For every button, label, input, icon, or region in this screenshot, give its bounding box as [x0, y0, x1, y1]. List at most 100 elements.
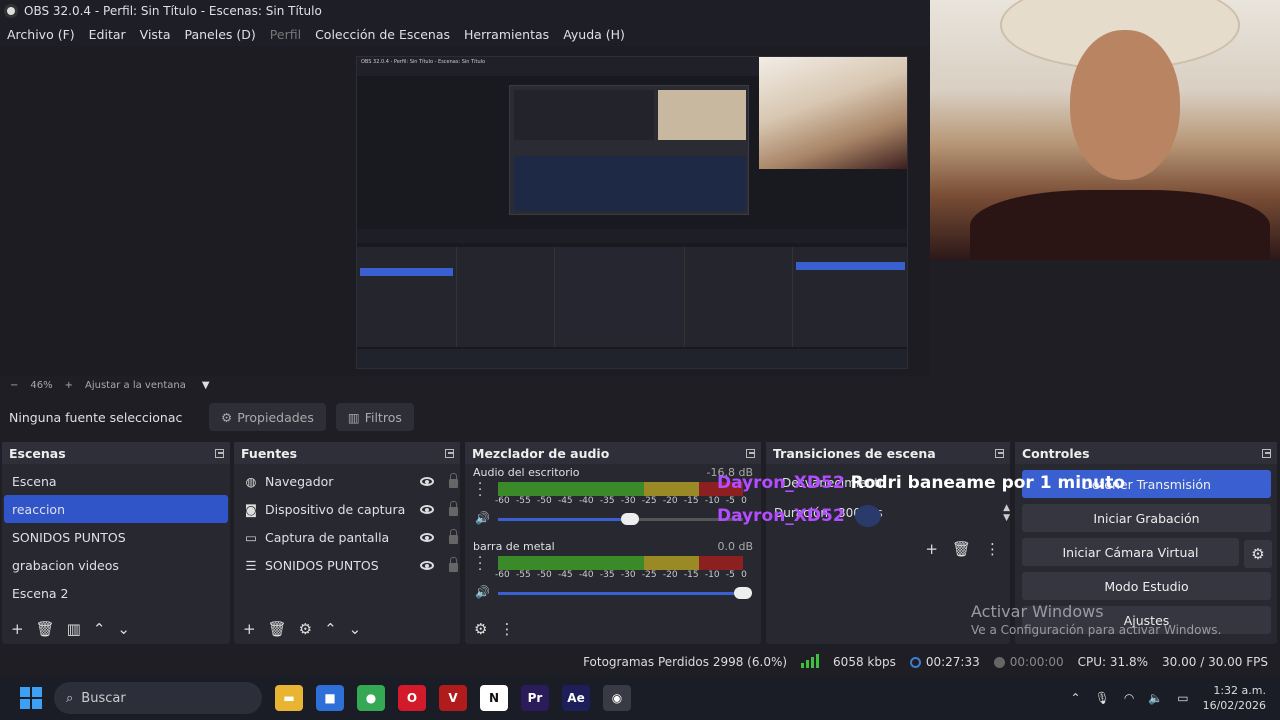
advanced-audio-icon[interactable]: ⚙: [474, 620, 487, 638]
file-explorer-icon[interactable]: ▬: [275, 685, 303, 711]
remove-transition-icon[interactable]: 🗑: [952, 540, 971, 558]
search-placeholder: Buscar: [81, 690, 126, 706]
scene-item[interactable]: Escena 2: [2, 579, 230, 607]
fit-dropdown-icon[interactable]: ▼: [202, 380, 210, 391]
undock-icon[interactable]: [995, 448, 1004, 458]
volume-fader-knob[interactable]: [734, 587, 752, 599]
speaker-icon[interactable]: 🔊: [475, 511, 490, 525]
menu-colecci-n-de-escenas[interactable]: Colección de Escenas: [315, 27, 450, 42]
add-scene-icon[interactable]: +: [11, 620, 24, 638]
after-effects-icon[interactable]: Ae: [562, 685, 590, 711]
duration-spin-icon[interactable]: ▲ ▼: [1003, 503, 1010, 523]
scale-tick: -60: [495, 570, 510, 580]
volume-icon[interactable]: 🔈: [1148, 691, 1163, 705]
battery-icon[interactable]: ▭: [1177, 691, 1188, 705]
menu-paneles-d[interactable]: Paneles (D): [185, 27, 256, 42]
lock-icon[interactable]: [449, 556, 458, 572]
scene-item[interactable]: Escena: [2, 467, 230, 495]
scale-tick: -50: [536, 496, 552, 506]
add-source-icon[interactable]: +: [243, 620, 256, 638]
filters-button[interactable]: ▥ Filtros: [335, 403, 414, 431]
stream-timer: 00:27:33: [909, 655, 980, 669]
chat-message-2: Dayron_XD52: [717, 505, 881, 527]
opera-icon[interactable]: O: [398, 685, 426, 711]
transition-menu-icon[interactable]: ⋮: [985, 540, 1000, 558]
undock-icon[interactable]: [215, 448, 224, 458]
microphone-icon[interactable]: 🎙: [1095, 691, 1110, 705]
scale-tick: -55: [515, 570, 531, 580]
studio-mode-button[interactable]: Modo Estudio: [1022, 572, 1271, 600]
menu-archivo-f[interactable]: Archivo (F): [7, 27, 75, 42]
record-timer: 00:00:00: [993, 655, 1064, 669]
taskbar-search[interactable]: ⌕ Buscar: [54, 682, 262, 714]
wifi-icon[interactable]: ◠: [1124, 691, 1134, 705]
chrome-icon[interactable]: ●: [357, 685, 385, 711]
remove-scene-icon[interactable]: 🗑: [36, 620, 55, 638]
tray-chevron-icon[interactable]: ⌃: [1071, 691, 1081, 705]
virtual-camera-label: Iniciar Cámara Virtual: [1062, 544, 1199, 560]
obs-icon[interactable]: ◉: [603, 685, 631, 711]
properties-button[interactable]: ⚙ Propiedades: [209, 403, 326, 431]
visibility-eye-icon[interactable]: [420, 476, 434, 486]
add-transition-icon[interactable]: +: [925, 540, 938, 558]
transitions-header: Transiciones de escena: [766, 442, 1010, 464]
channel-menu-icon[interactable]: · · ·: [478, 552, 482, 577]
voicemeeter-icon[interactable]: V: [439, 685, 467, 711]
remove-source-icon[interactable]: 🗑: [268, 620, 287, 638]
menu-herramientas[interactable]: Herramientas: [464, 27, 549, 42]
undock-icon[interactable]: [1262, 448, 1271, 458]
microsoft-store-icon[interactable]: ■: [316, 685, 344, 711]
meter-scale: -60 -55 -50 -45 -40 -35 -30 -25 -20 -15 -10 -5 0: [495, 496, 747, 506]
source-item[interactable]: ◍ Navegador: [234, 467, 460, 495]
speaker-icon[interactable]: 🔊: [475, 585, 490, 599]
start-virtual-camera-button[interactable]: Iniciar Cámara Virtual: [1022, 538, 1239, 566]
source-item[interactable]: ◙ Dispositivo de captura de: [234, 495, 460, 523]
channel-menu-icon[interactable]: · · ·: [478, 478, 482, 503]
undock-icon[interactable]: [445, 448, 454, 458]
move-down-icon[interactable]: ⌄: [117, 620, 130, 638]
menu-vista[interactable]: Vista: [140, 27, 171, 42]
move-up-icon[interactable]: ⌃: [93, 620, 106, 638]
zoom-out-button[interactable]: −: [10, 380, 18, 391]
scale-tick: -45: [557, 570, 573, 580]
preview-zoom-bar: − 46% + Ajustar a la ventana ▼: [0, 376, 930, 394]
menu-ayuda-h[interactable]: Ayuda (H): [563, 27, 625, 42]
menu-perfil: Perfil: [269, 26, 302, 42]
scene-filters-icon[interactable]: ▥: [67, 620, 81, 638]
start-recording-button[interactable]: Iniciar Grabación: [1022, 504, 1271, 532]
virtual-camera-settings-icon[interactable]: ⚙: [1244, 540, 1272, 568]
channel-name: Audio del escritorio: [473, 466, 580, 479]
menu-editar[interactable]: Editar: [89, 27, 126, 42]
source-settings-icon[interactable]: ⚙: [299, 620, 312, 638]
mixer-channel: barra de metal 0.0 dB · · · -60 -55 -50 -45 -40 -3…: [465, 538, 761, 612]
lock-icon[interactable]: [449, 472, 458, 488]
zoom-level: 46%: [30, 379, 53, 391]
scene-item[interactable]: grabacion videos: [2, 551, 230, 579]
clock-time: 1:32 a.m.: [1213, 684, 1266, 697]
source-toolbar: Ninguna fuente seleccionac ⚙ Propiedades…: [0, 400, 1280, 434]
visibility-eye-icon[interactable]: [420, 504, 434, 514]
source-item[interactable]: ☰ SONIDOS PUNTOS: [234, 551, 460, 579]
windows-start-icon[interactable]: [20, 687, 42, 709]
move-up-icon[interactable]: ⌃: [324, 620, 337, 638]
undock-icon[interactable]: [746, 448, 755, 458]
chat-text-1: Rodri baneame por 1 minuto: [850, 473, 1126, 493]
notion-icon[interactable]: N: [480, 685, 508, 711]
mixer-menu-icon[interactable]: ⋮: [499, 620, 514, 638]
visibility-eye-icon[interactable]: [420, 532, 434, 542]
clock[interactable]: 1:32 a.m. 16/02/2026: [1203, 683, 1266, 713]
menu-bar: Archivo (F) Editar Vista Paneles (D) Perfil C…: [0, 22, 930, 46]
lock-icon[interactable]: [449, 528, 458, 544]
scene-item[interactable]: reaccion: [4, 495, 228, 523]
lock-icon[interactable]: [449, 500, 458, 516]
scene-item[interactable]: SONIDOS PUNTOS: [2, 523, 230, 551]
visibility-eye-icon[interactable]: [420, 560, 434, 570]
preview-canvas[interactable]: OBS 32.0.4 - Perfil: Sin Título - Escena…: [0, 46, 930, 376]
zoom-in-button[interactable]: +: [65, 380, 73, 391]
channel-db: 0.0 dB: [717, 540, 753, 553]
move-down-icon[interactable]: ⌄: [349, 620, 362, 638]
recording-icon: [993, 657, 1005, 668]
premiere-icon[interactable]: Pr: [521, 685, 549, 711]
source-item[interactable]: ▭ Captura de pantalla: [234, 523, 460, 551]
volume-fader-knob[interactable]: [621, 513, 640, 525]
